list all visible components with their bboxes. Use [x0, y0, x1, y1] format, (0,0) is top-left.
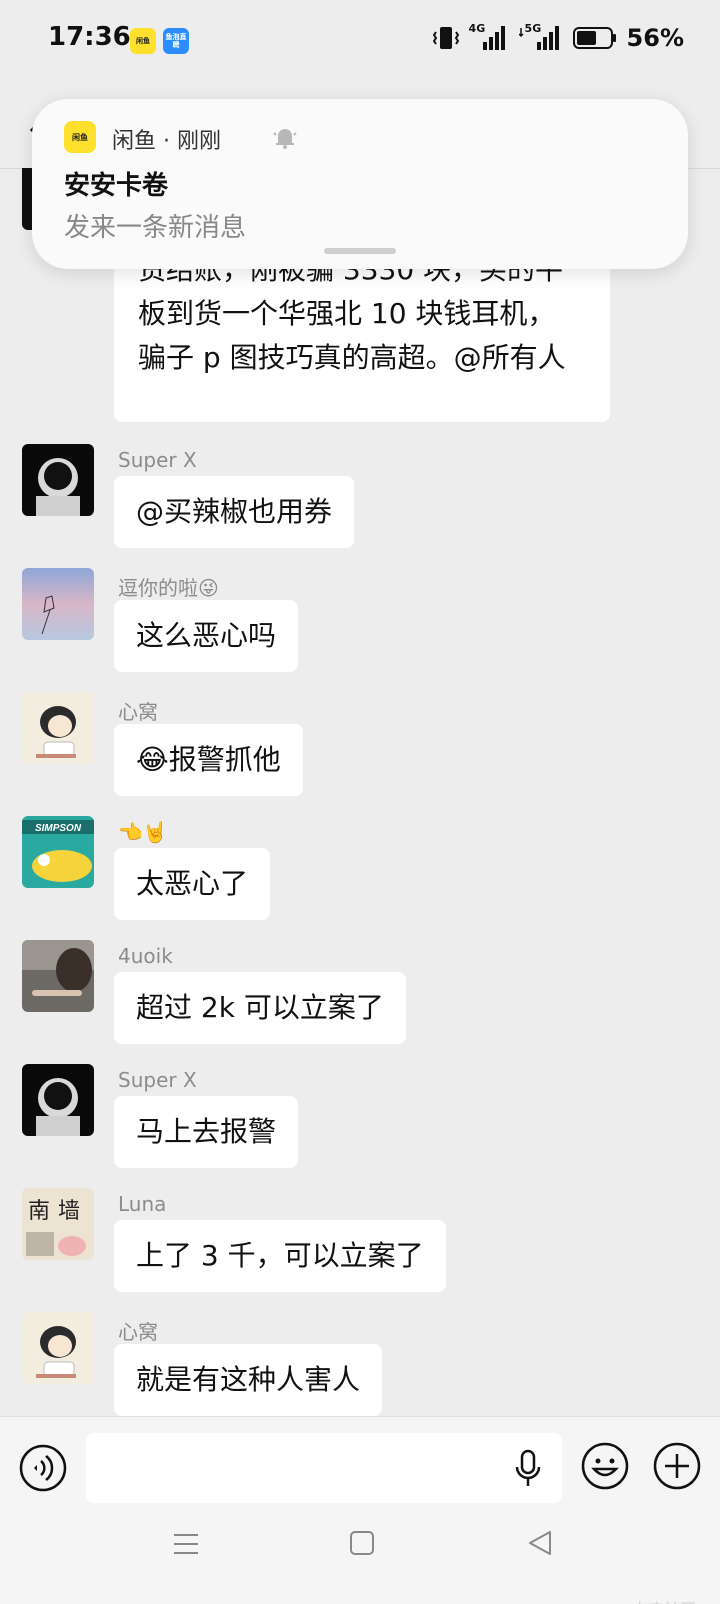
- notification-drag-handle[interactable]: [324, 248, 396, 254]
- sender-name: Super X: [118, 1068, 197, 1092]
- sender-name: 4uoik: [118, 944, 173, 968]
- battery-percent: 56%: [626, 24, 684, 52]
- bell-icon: [273, 129, 297, 149]
- message-bubble[interactable]: 😂报警抓他: [114, 724, 303, 796]
- battery-icon: [572, 27, 616, 49]
- status-indicators: 4G 5G 56%: [432, 22, 684, 52]
- svg-text:南: 南: [28, 1199, 50, 1224]
- message-bubble[interactable]: 太恶心了: [114, 848, 271, 920]
- status-bar: 17:36 闲鱼 鱼泡直聘 4G 5G 56%: [0, 0, 720, 84]
- microphone-icon[interactable]: [514, 1449, 542, 1489]
- message-bubble[interactable]: @买辣椒也用券: [114, 476, 355, 548]
- yupao-icon: 鱼泡直聘: [163, 28, 189, 54]
- avatar[interactable]: [22, 568, 94, 640]
- screen: 17:36 闲鱼 鱼泡直聘 4G 5G 56% 货结账，刚被骗 3330 块，买…: [0, 0, 720, 1604]
- signal-4g-icon: 4G: [469, 22, 509, 52]
- message-line: 骗子 p 图技巧真的高超。@所有人: [138, 341, 566, 374]
- sender-name: 逗你的啦😜: [118, 576, 219, 600]
- xianyu-app-icon: 闲鱼: [64, 121, 96, 153]
- watermark: 卡农社区: [632, 1596, 696, 1604]
- avatar[interactable]: [22, 940, 94, 1012]
- sender-name: 👈🤘: [118, 820, 168, 844]
- voice-mode-icon[interactable]: [18, 1443, 68, 1493]
- notification-body: 发来一条新消息: [64, 213, 247, 243]
- home-icon[interactable]: [348, 1529, 376, 1557]
- recent-apps-icon[interactable]: [172, 1530, 200, 1558]
- message-bubble[interactable]: 超过 2k 可以立案了: [114, 972, 406, 1044]
- back-triangle-icon[interactable]: [526, 1529, 554, 1557]
- avatar[interactable]: [22, 1064, 94, 1136]
- input-bar: [0, 1416, 720, 1516]
- avatar[interactable]: 南墙: [22, 1188, 94, 1260]
- notification-title: 安安卡卷: [64, 171, 169, 201]
- xianyu-icon: 闲鱼: [130, 28, 156, 54]
- notification-app-name: 闲鱼 · 刚刚: [112, 129, 221, 154]
- message-bubble[interactable]: 上了 3 千，可以立案了: [114, 1220, 446, 1292]
- notification-banner[interactable]: 闲鱼 闲鱼 · 刚刚 安安卡卷 发来一条新消息: [32, 99, 688, 269]
- vibrate-icon: [432, 27, 459, 49]
- avatar[interactable]: [22, 692, 94, 764]
- svg-text:墙: 墙: [58, 1199, 80, 1224]
- svg-text:SIMPSON: SIMPSON: [35, 823, 82, 834]
- message-bubble[interactable]: 马上去报警: [114, 1096, 299, 1168]
- chat-list[interactable]: 货结账，刚被骗 3330 块，买的平 板到货一个华强北 10 块钱耳机， 骗子 …: [0, 168, 720, 1416]
- message-bubble[interactable]: 这么恶心吗: [114, 600, 299, 672]
- message-line: 板到货一个华强北 10 块钱耳机，: [138, 297, 556, 330]
- avatar[interactable]: [22, 1312, 94, 1384]
- status-time: 17:36: [48, 22, 131, 52]
- signal-5g-icon: 5G: [518, 22, 563, 52]
- sender-name: Super X: [118, 448, 197, 472]
- plus-icon[interactable]: [652, 1441, 702, 1491]
- sender-name: 心窝: [118, 1320, 158, 1344]
- sender-name: Luna: [118, 1192, 167, 1216]
- emoji-icon[interactable]: [580, 1441, 630, 1491]
- message-input[interactable]: [86, 1433, 562, 1503]
- sender-name: 心窝: [118, 700, 158, 724]
- message-bubble[interactable]: 就是有这种人害人: [114, 1344, 383, 1416]
- system-nav-bar: 卡农社区: [0, 1516, 720, 1604]
- avatar[interactable]: SIMPSON: [22, 816, 94, 888]
- avatar[interactable]: [22, 444, 94, 516]
